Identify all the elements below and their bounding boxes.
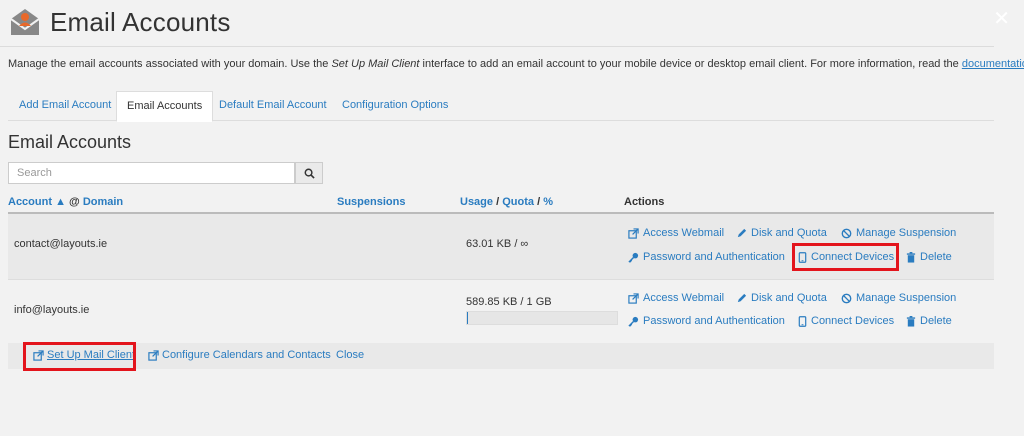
disk-quota-link[interactable]: Disk and Quota — [736, 227, 827, 239]
account-header[interactable]: Account — [8, 196, 52, 208]
usage-value: 63.01 KB / ∞ — [466, 238, 529, 250]
mobile-icon — [798, 315, 807, 327]
external-link-icon — [148, 349, 159, 361]
action-label: Connect Devices — [811, 315, 895, 327]
tab-default-email-account[interactable]: Default Email Account — [219, 91, 327, 119]
sort-arrow-icon: ▲ — [55, 196, 66, 208]
delete-link[interactable]: Delete — [906, 251, 952, 263]
usage-progress-bar — [466, 311, 618, 325]
separator: / — [537, 196, 541, 208]
ban-icon — [841, 228, 852, 238]
configure-calendars-label: Configure Calendars and Contacts — [162, 349, 331, 361]
tab-email-accounts[interactable]: Email Accounts — [116, 91, 214, 122]
action-label: Manage Suspension — [856, 292, 957, 304]
manage-suspension-link[interactable]: Manage Suspension — [841, 292, 956, 304]
domain-header[interactable]: Domain — [83, 196, 123, 208]
tab-configuration-options[interactable]: Configuration Options — [342, 91, 448, 119]
action-label: Password and Authentication — [643, 315, 785, 327]
pencil-icon — [737, 228, 747, 237]
section-title: Email Accounts — [8, 132, 132, 152]
connect-devices-link[interactable]: Connect Devices — [798, 315, 894, 327]
password-authentication-link[interactable]: Password and Authentication — [628, 251, 785, 263]
key-icon — [628, 252, 639, 263]
search-icon — [304, 168, 315, 179]
action-label: Delete — [920, 251, 952, 263]
action-label: Manage Suspension — [856, 227, 957, 239]
intro-before: Manage the email accounts associated wit… — [8, 58, 332, 70]
intro-emphasis: Set Up Mail Client — [331, 58, 420, 70]
usage-value: 589.85 KB / 1 GB — [466, 296, 552, 308]
usage-quota-header[interactable]: Usage / Quota / % — [460, 196, 553, 208]
manage-suspension-link[interactable]: Manage Suspension — [841, 227, 956, 239]
action-label: Delete — [920, 315, 952, 327]
password-authentication-link[interactable]: Password and Authentication — [628, 315, 785, 327]
account-domain-header[interactable]: Account ▲ @ Domain — [8, 196, 123, 208]
quota-header[interactable]: Quota — [502, 196, 534, 208]
disk-quota-link[interactable]: Disk and Quota — [736, 292, 827, 304]
usage-header[interactable]: Usage — [460, 196, 493, 208]
external-link-icon — [628, 292, 639, 304]
trash-icon — [906, 315, 916, 327]
action-label: Disk and Quota — [751, 292, 827, 304]
percent-header[interactable]: % — [543, 196, 553, 208]
search-button[interactable] — [295, 162, 323, 184]
action-label: Access Webmail — [643, 292, 725, 304]
account-email: contact@layouts.ie — [14, 238, 108, 250]
page-title: Email Accounts — [50, 6, 231, 37]
trash-icon — [906, 251, 916, 263]
configure-calendars-contacts-link[interactable]: Configure Calendars and Contacts — [148, 349, 331, 361]
close-link[interactable]: Close — [336, 349, 364, 361]
actions-header: Actions — [624, 196, 665, 208]
action-label: Password and Authentication — [643, 251, 785, 263]
ban-icon — [841, 293, 852, 303]
delete-link[interactable]: Delete — [906, 315, 952, 327]
documentation-link[interactable]: documentation — [962, 58, 1024, 70]
page-header: Email Accounts — [8, 2, 231, 42]
highlight-connect-devices — [792, 243, 899, 271]
divider — [0, 46, 994, 47]
separator: / — [496, 196, 500, 208]
intro-text: Manage the email accounts associated wit… — [8, 58, 1024, 70]
search-input[interactable] — [8, 162, 295, 184]
action-label: Access Webmail — [643, 227, 725, 239]
external-link-icon — [628, 227, 639, 239]
intro-middle: interface to add an email account to you… — [419, 58, 962, 70]
tab-bar: Add Email Account Email Accounts Default… — [8, 91, 994, 122]
action-label: Disk and Quota — [751, 227, 827, 239]
suspensions-header[interactable]: Suspensions — [337, 196, 405, 208]
at-symbol: @ — [69, 196, 80, 208]
email-logo-icon — [8, 5, 42, 39]
access-webmail-link[interactable]: Access Webmail — [628, 292, 724, 304]
tab-add-email-account[interactable]: Add Email Account — [19, 91, 111, 119]
pencil-icon — [737, 293, 747, 302]
account-email: info@layouts.ie — [14, 304, 90, 316]
highlight-set-up-mail-client — [23, 342, 136, 371]
access-webmail-link[interactable]: Access Webmail — [628, 227, 724, 239]
close-icon[interactable]: ✕ — [993, 6, 1010, 31]
key-icon — [628, 316, 639, 327]
